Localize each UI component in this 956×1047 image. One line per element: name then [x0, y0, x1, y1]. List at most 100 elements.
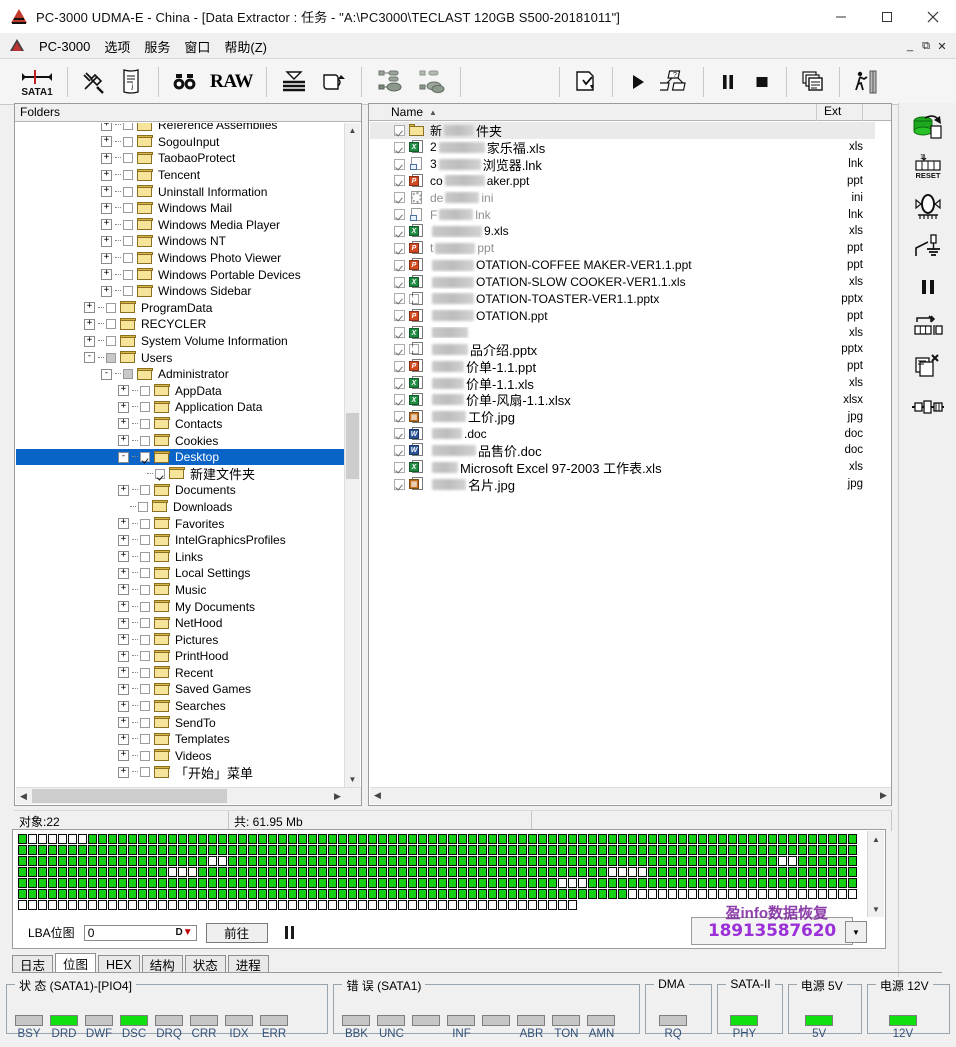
collapse-icon[interactable]: - [101, 368, 112, 380]
bitmap-cell[interactable] [448, 889, 457, 899]
bitmap-cell[interactable] [488, 845, 497, 855]
bitmap-cell[interactable] [458, 845, 467, 855]
bitmap-cell[interactable] [288, 856, 297, 866]
bitmap-cell[interactable] [318, 845, 327, 855]
bitmap-cell[interactable] [648, 845, 657, 855]
tree-node[interactable]: + Application Data [16, 399, 347, 416]
file-scroll-left-icon[interactable]: ◀ [370, 788, 385, 803]
bitmap-cell[interactable] [228, 900, 237, 910]
expand-icon[interactable]: + [101, 123, 112, 131]
bitmap-cell[interactable] [748, 878, 757, 888]
bitmap-cell[interactable] [538, 845, 547, 855]
bitmap-cell[interactable] [318, 856, 327, 866]
tree-node-checkbox[interactable] [123, 286, 133, 297]
bitmap-cell[interactable] [698, 834, 707, 844]
bitmap-cell[interactable] [458, 889, 467, 899]
bitmap-cell[interactable] [248, 834, 257, 844]
expand-icon[interactable]: + [118, 584, 129, 596]
bitmap-cell[interactable] [238, 889, 247, 899]
bitmap-cell[interactable] [158, 856, 167, 866]
expand-icon[interactable]: + [118, 534, 129, 546]
bitmap-cell[interactable] [168, 845, 177, 855]
file-list-hscrollbar[interactable]: ◀ ▶ [370, 787, 891, 804]
bitmap-cell[interactable] [398, 856, 407, 866]
menu-item-options[interactable]: 选项 [97, 35, 137, 58]
bitmap-cell[interactable] [588, 856, 597, 866]
bitmap-cell[interactable] [38, 834, 47, 844]
bitmap-cell[interactable] [98, 878, 107, 888]
bitmap-cell[interactable] [598, 878, 607, 888]
tree-node[interactable]: + Contacts [16, 416, 347, 433]
file-row-checkbox[interactable] [394, 310, 405, 322]
bitmap-cell[interactable] [778, 867, 787, 877]
tree-node-checkbox[interactable] [123, 123, 133, 131]
bitmap-cell[interactable] [698, 856, 707, 866]
bitmap-cell[interactable] [368, 878, 377, 888]
bitmap-cell[interactable] [308, 889, 317, 899]
bitmap-cell[interactable] [538, 867, 547, 877]
bitmap-cell[interactable] [308, 867, 317, 877]
bitmap-cell[interactable] [348, 878, 357, 888]
bitmap-cell[interactable] [798, 845, 807, 855]
bitmap-cell[interactable] [498, 856, 507, 866]
bitmap-cell[interactable] [548, 856, 557, 866]
bitmap-cell[interactable] [558, 834, 567, 844]
bitmap-cell[interactable] [748, 845, 757, 855]
file-row-checkbox[interactable] [394, 461, 405, 473]
bitmap-cell[interactable] [388, 900, 397, 910]
bitmap-cell[interactable] [248, 867, 257, 877]
bitmap-cell[interactable] [448, 834, 457, 844]
bitmap-cell[interactable] [728, 878, 737, 888]
bitmap-cell[interactable] [678, 845, 687, 855]
bitmap-cell[interactable] [658, 856, 667, 866]
bitmap-cell[interactable] [338, 878, 347, 888]
bitmap-cell[interactable] [698, 889, 707, 899]
table-row[interactable]: P OTATION-COFFEE MAKER-VER1.1.ppt ppt [370, 257, 875, 274]
bitmap-cell[interactable] [728, 856, 737, 866]
bitmap-cell[interactable] [288, 867, 297, 877]
tree-node[interactable]: + Pictures [16, 631, 347, 648]
bitmap-cell[interactable] [578, 845, 587, 855]
bitmap-cell[interactable] [438, 845, 447, 855]
bitmap-cell[interactable] [138, 856, 147, 866]
bitmap-cell[interactable] [598, 845, 607, 855]
bitmap-cell[interactable] [138, 900, 147, 910]
bitmap-cell[interactable] [598, 867, 607, 877]
tree-node-checkbox[interactable] [123, 170, 133, 181]
bitmap-cell[interactable] [718, 856, 727, 866]
table-row[interactable]: Pco aker.ppt ppt [370, 173, 875, 190]
bitmap-cell[interactable] [818, 889, 827, 899]
file-scroll-right-icon[interactable]: ▶ [876, 788, 891, 803]
expand-icon[interactable]: + [118, 401, 129, 413]
bitmap-cell[interactable] [328, 878, 337, 888]
bitmap-cell[interactable] [498, 900, 507, 910]
bitmap-cell[interactable] [748, 889, 757, 899]
find-button[interactable] [166, 62, 204, 102]
bitmap-cell[interactable] [178, 845, 187, 855]
tree-node[interactable]: + PrintHood [16, 648, 347, 665]
bitmap-cell[interactable] [88, 834, 97, 844]
bitmap-cell[interactable] [838, 834, 847, 844]
file-row-checkbox[interactable] [394, 327, 405, 339]
bitmap-cell[interactable] [188, 834, 197, 844]
filter-button[interactable] [274, 62, 314, 102]
expand-icon[interactable]: + [118, 518, 129, 530]
bitmap-cell[interactable] [518, 889, 527, 899]
bitmap-cell[interactable] [148, 845, 157, 855]
bitmap-cell[interactable] [818, 834, 827, 844]
bitmap-cell[interactable] [668, 867, 677, 877]
bitmap-cell[interactable] [358, 845, 367, 855]
bitmap-cell[interactable] [538, 900, 547, 910]
bitmap-cell[interactable] [708, 845, 717, 855]
bitmap-cell[interactable] [188, 889, 197, 899]
bitmap-cell[interactable] [108, 867, 117, 877]
table-row[interactable]: X 价单-1.1.xls xls [370, 375, 875, 392]
bitmap-cell[interactable] [318, 889, 327, 899]
tree-node[interactable]: + TaobaoProtect [16, 150, 347, 167]
bitmap-cell[interactable] [328, 856, 337, 866]
bitmap-cell[interactable] [468, 856, 477, 866]
bitmap-cell[interactable] [178, 856, 187, 866]
expand-icon[interactable]: + [118, 484, 129, 496]
bitmap-cell[interactable] [488, 834, 497, 844]
bitmap-cell[interactable] [388, 845, 397, 855]
